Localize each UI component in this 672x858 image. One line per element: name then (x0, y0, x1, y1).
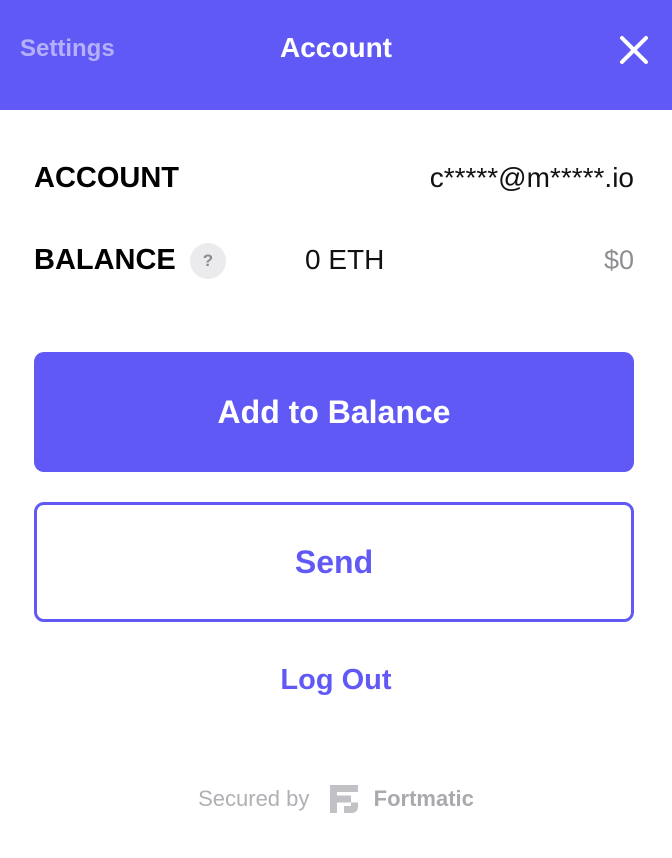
account-modal: Settings Account ACCOUNT c*****@m*****.i… (0, 0, 672, 858)
secured-by-text: Secured by (198, 786, 310, 812)
account-row: ACCOUNT c*****@m*****.io (34, 158, 634, 198)
secured-by-footer: Secured by Fortmatic (0, 782, 672, 814)
fortmatic-brand: Fortmatic (373, 786, 474, 812)
modal-header: Settings Account (0, 0, 672, 110)
add-to-balance-button[interactable]: Add to Balance (34, 352, 634, 472)
usd-balance: $0 (603, 245, 634, 275)
page-title: Account (280, 32, 392, 63)
footer-content: Secured by Fortmatic (198, 782, 474, 815)
close-button[interactable] (614, 30, 654, 70)
fortmatic-logo-icon (329, 785, 358, 814)
help-icon[interactable]: ? (190, 243, 226, 279)
send-button[interactable]: Send (34, 502, 634, 622)
logout-link[interactable]: Log Out (0, 660, 672, 700)
close-icon (620, 36, 648, 64)
eth-balance: 0 ETH (305, 244, 385, 275)
balance-row: BALANCE ? 0 ETH $0 (34, 240, 634, 280)
account-label: ACCOUNT (34, 162, 179, 194)
account-email: c*****@m*****.io (429, 162, 634, 193)
balance-label: BALANCE (34, 244, 176, 276)
